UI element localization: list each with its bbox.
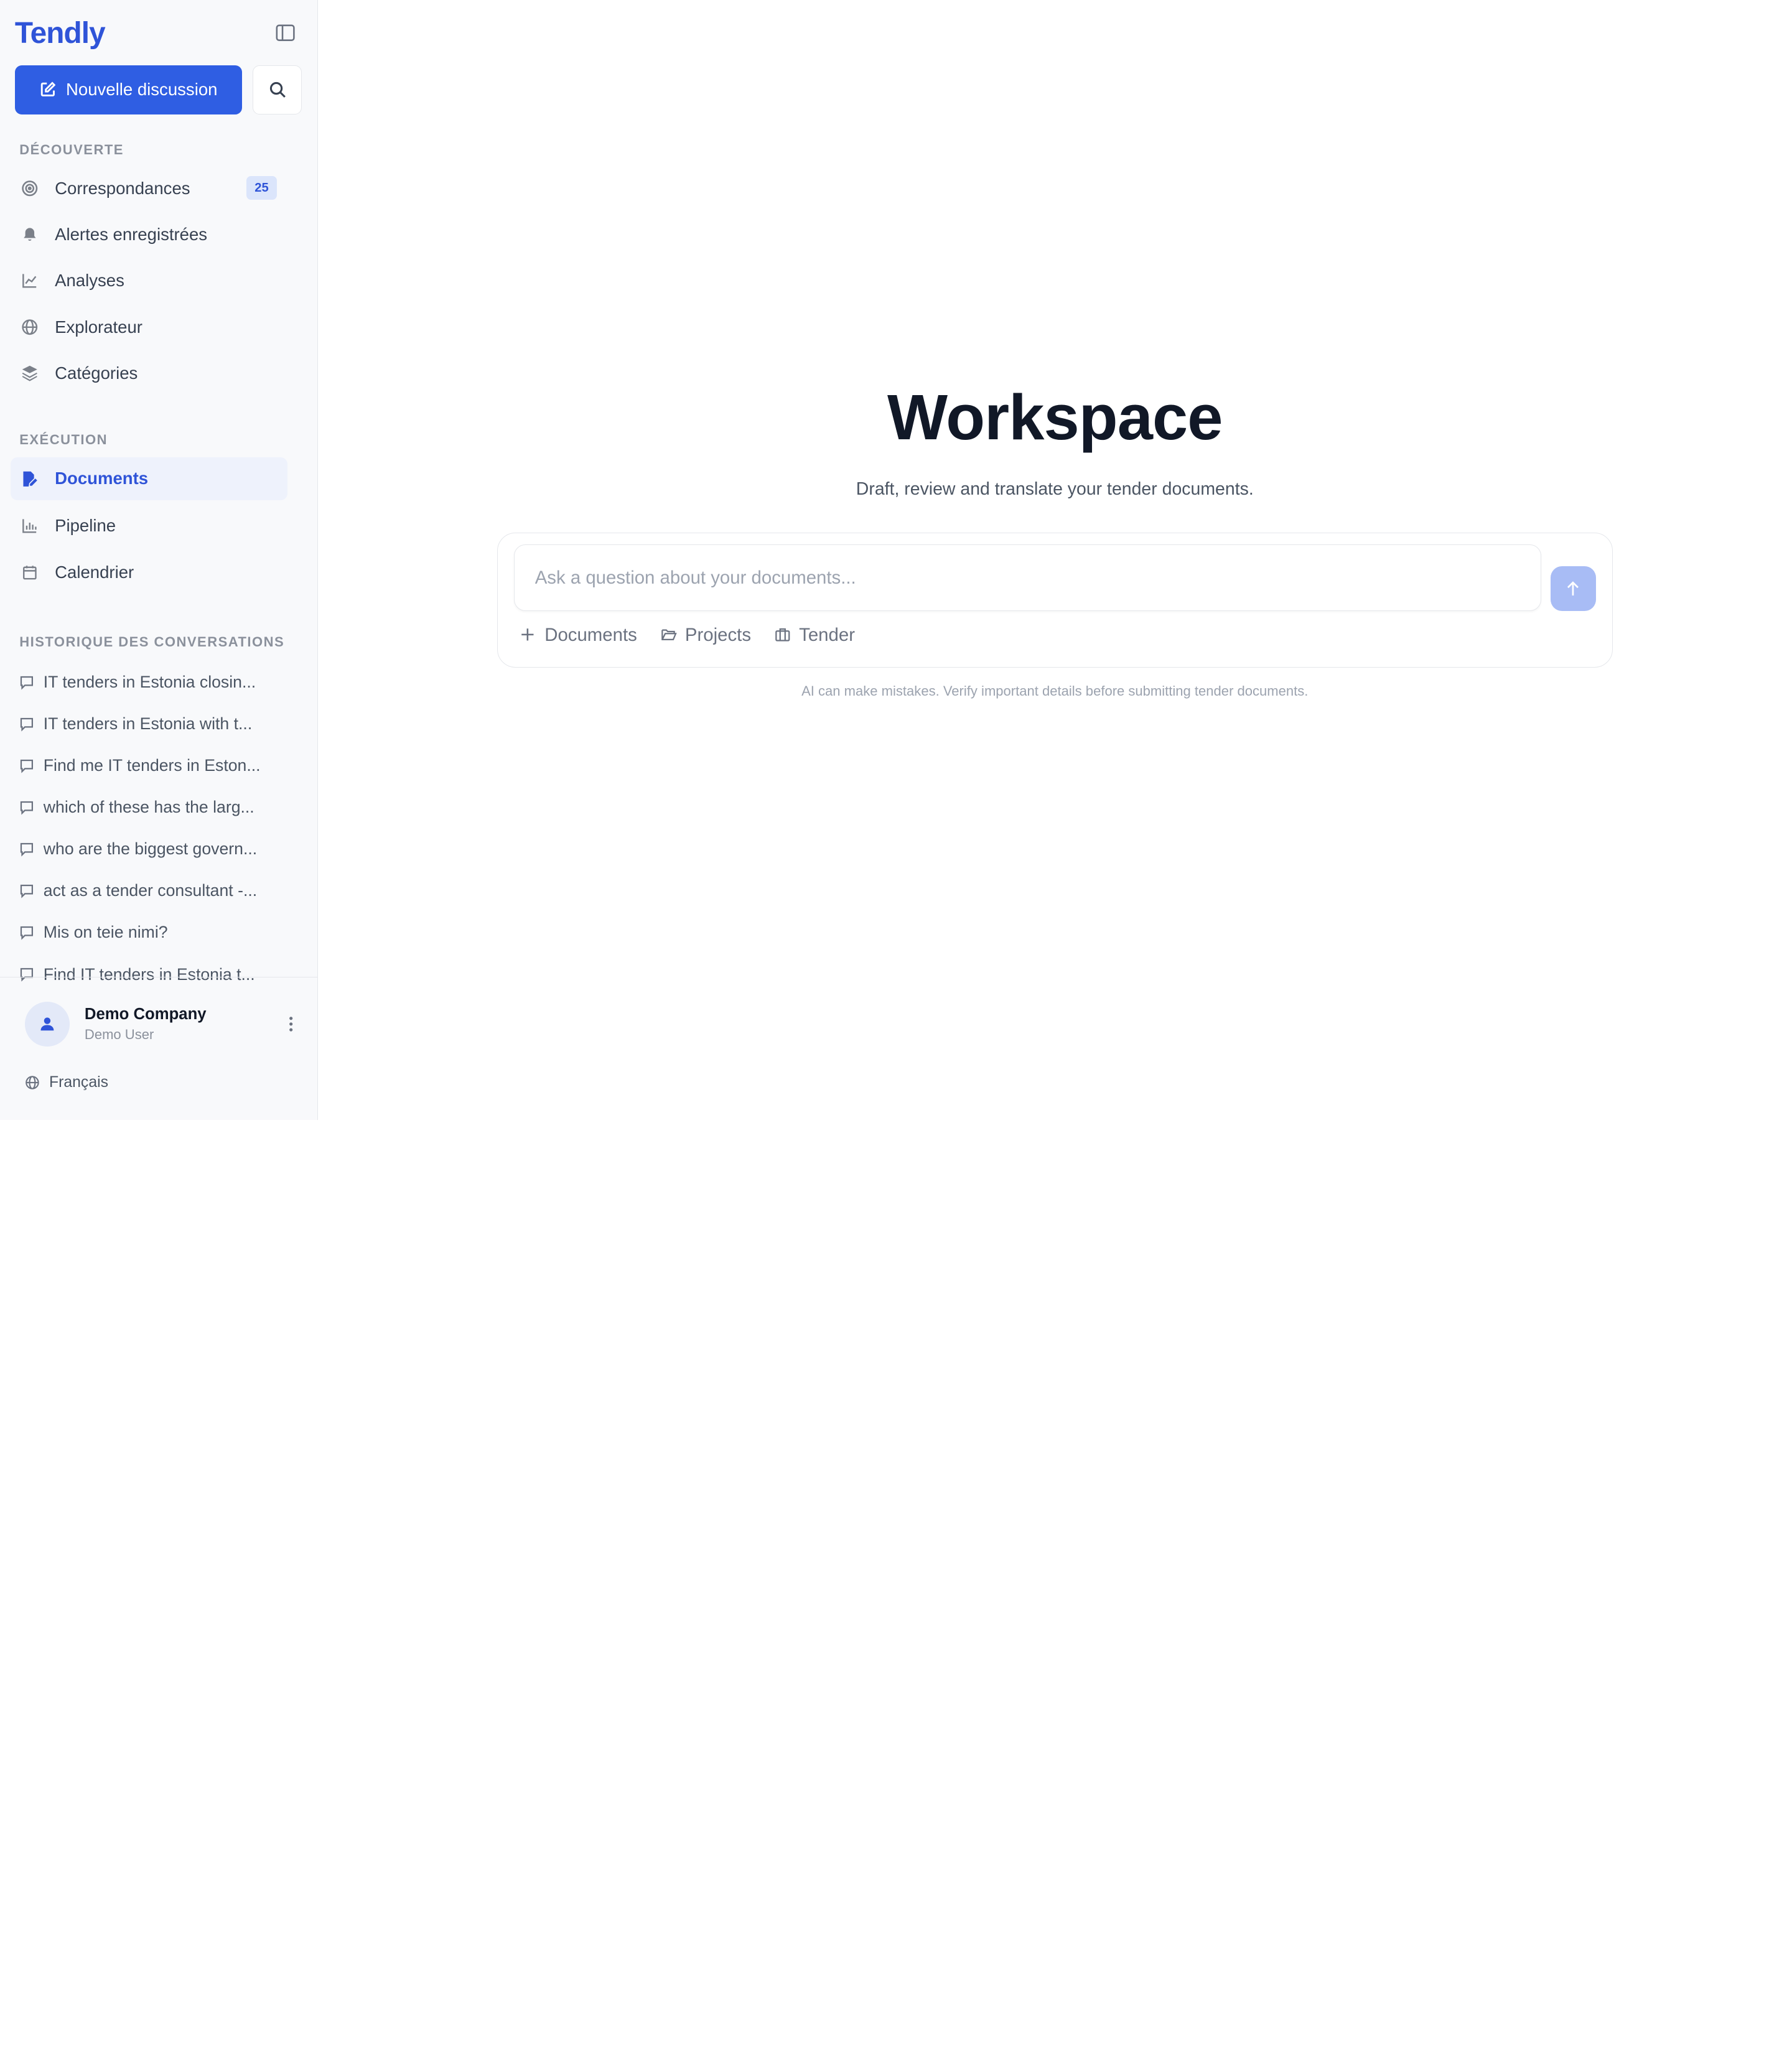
calendar-icon: [21, 563, 39, 581]
user-info: Demo Company Demo User: [85, 1005, 283, 1043]
nav-item-label: Correspondances: [55, 179, 190, 198]
workspace-main: Workspace Draft, review and translate yo…: [318, 0, 1792, 1120]
message-icon: [19, 925, 34, 940]
nav-item-label: Documents: [55, 469, 149, 488]
folder-open-icon: [660, 627, 678, 644]
search-button[interactable]: [252, 65, 302, 114]
nav-item-explorateur[interactable]: Explorateur: [11, 304, 287, 350]
user-icon: [40, 1016, 55, 1032]
history-item-title: Mis on teie nimi?: [43, 923, 168, 942]
question-input[interactable]: [514, 545, 1541, 610]
language-label: Français: [49, 1073, 108, 1091]
execution-nav: Documents Pipeline Calendrier: [0, 457, 317, 595]
avatar: [25, 1001, 70, 1047]
action-row: Nouvelle discussion: [0, 50, 317, 114]
nav-item-correspondances[interactable]: Correspondances 25: [11, 166, 287, 211]
line-chart-icon: [21, 272, 39, 290]
plus-icon: [520, 627, 537, 644]
page-subtitle: Draft, review and translate your tender …: [856, 478, 1254, 499]
file-edit-icon: [21, 470, 39, 488]
nav-item-label: Pipeline: [55, 516, 116, 536]
message-icon: [19, 758, 34, 773]
history-item-title: which of these has the larg...: [43, 798, 254, 817]
projects-button[interactable]: Projects: [660, 624, 752, 646]
nav-item-documents[interactable]: Documents: [10, 457, 287, 501]
globe-icon: [25, 1075, 40, 1090]
nav-item-label: Alertes enregistrées: [55, 224, 208, 244]
conversation-history: IT tenders in Estonia closin... IT tende…: [0, 661, 317, 995]
section-title-discovery: DÉCOUVERTE: [19, 141, 124, 157]
user-company: Demo Company: [84, 1005, 207, 1023]
question-input-wrapper: [513, 544, 1541, 611]
user-menu[interactable]: Demo Company Demo User: [0, 977, 317, 1047]
language-selector[interactable]: Français: [0, 1047, 317, 1091]
logo[interactable]: Tendly: [15, 16, 106, 50]
nav-item-label: Calendrier: [55, 562, 134, 582]
discovery-nav: Correspondances 25 Alertes enregistrées …: [0, 166, 317, 396]
history-item-title: IT tenders in Estonia with t...: [43, 714, 253, 734]
nav-item-label: Catégories: [55, 363, 138, 383]
nav-item-analyses[interactable]: Analyses: [11, 258, 287, 304]
tender-tool-label: Tender: [799, 624, 855, 645]
nav-item-calendrier[interactable]: Calendrier: [11, 549, 287, 595]
history-item-title: IT tenders in Estonia closin...: [43, 673, 256, 692]
more-vertical-icon[interactable]: [283, 1016, 299, 1032]
history-item[interactable]: who are the biggest govern...: [0, 828, 317, 870]
sidebar-footer: Demo Company Demo User Français: [0, 977, 317, 1091]
user-name: Demo User: [84, 1027, 154, 1042]
history-item[interactable]: act as a tender consultant -...: [0, 870, 317, 912]
edit-icon: [40, 82, 56, 98]
layers-icon: [21, 364, 39, 382]
new-discussion-label: Nouvelle discussion: [66, 80, 218, 100]
tender-button[interactable]: Tender: [774, 625, 855, 646]
message-icon: [19, 717, 34, 732]
app-root: Tendly Nouvelle discussion DÉCOUVERTE Co…: [0, 0, 1792, 1120]
composer-tools: Documents Projects Tender: [520, 625, 855, 646]
history-item[interactable]: IT tenders in Estonia with t...: [0, 703, 317, 745]
bar-chart-icon: [21, 517, 39, 535]
add-documents-button[interactable]: Documents: [520, 625, 637, 646]
nav-item-categories[interactable]: Catégories: [11, 350, 287, 396]
message-icon: [19, 884, 34, 898]
briefcase-icon: [774, 627, 791, 644]
history-item[interactable]: Find me IT tenders in Eston...: [0, 745, 317, 786]
page-title: Workspace: [887, 381, 1223, 453]
history-item-title: Find me IT tenders in Eston...: [43, 756, 261, 775]
history-item[interactable]: Mis on teie nimi?: [0, 912, 317, 953]
globe-icon: [21, 318, 39, 336]
history-item[interactable]: IT tenders in Estonia closin...: [0, 661, 317, 703]
sidebar: Tendly Nouvelle discussion DÉCOUVERTE Co…: [0, 0, 318, 1120]
new-discussion-button[interactable]: Nouvelle discussion: [14, 65, 243, 114]
ai-disclaimer: AI can make mistakes. Verify important d…: [801, 683, 1309, 699]
bell-icon: [21, 225, 39, 243]
nav-item-pipeline[interactable]: Pipeline: [11, 503, 287, 549]
history-item[interactable]: which of these has the larg...: [0, 786, 317, 828]
arrow-up-icon: [1566, 581, 1580, 597]
target-icon: [21, 179, 39, 197]
nav-item-alertes[interactable]: Alertes enregistrées: [11, 212, 287, 258]
nav-item-label: Analyses: [55, 271, 124, 291]
documents-tool-label: Documents: [544, 624, 637, 645]
match-count-badge: 25: [246, 175, 278, 200]
send-button[interactable]: [1550, 566, 1596, 611]
chat-composer: Documents Projects Tender: [497, 532, 1613, 668]
history-item-title: who are the biggest govern...: [43, 839, 258, 859]
search-icon: [269, 81, 286, 98]
sidebar-toggle-icon[interactable]: [274, 22, 297, 45]
message-icon: [19, 675, 34, 690]
nav-item-label: Explorateur: [55, 317, 142, 337]
section-title-execution: EXÉCUTION: [19, 432, 108, 448]
section-title-history: HISTORIQUE DES CONVERSATIONS: [19, 634, 285, 650]
brand-row: Tendly: [0, 0, 317, 50]
history-item-title: act as a tender consultant -...: [43, 881, 258, 900]
projects-tool-label: Projects: [684, 624, 752, 645]
message-icon: [19, 842, 34, 857]
message-icon: [19, 800, 34, 815]
